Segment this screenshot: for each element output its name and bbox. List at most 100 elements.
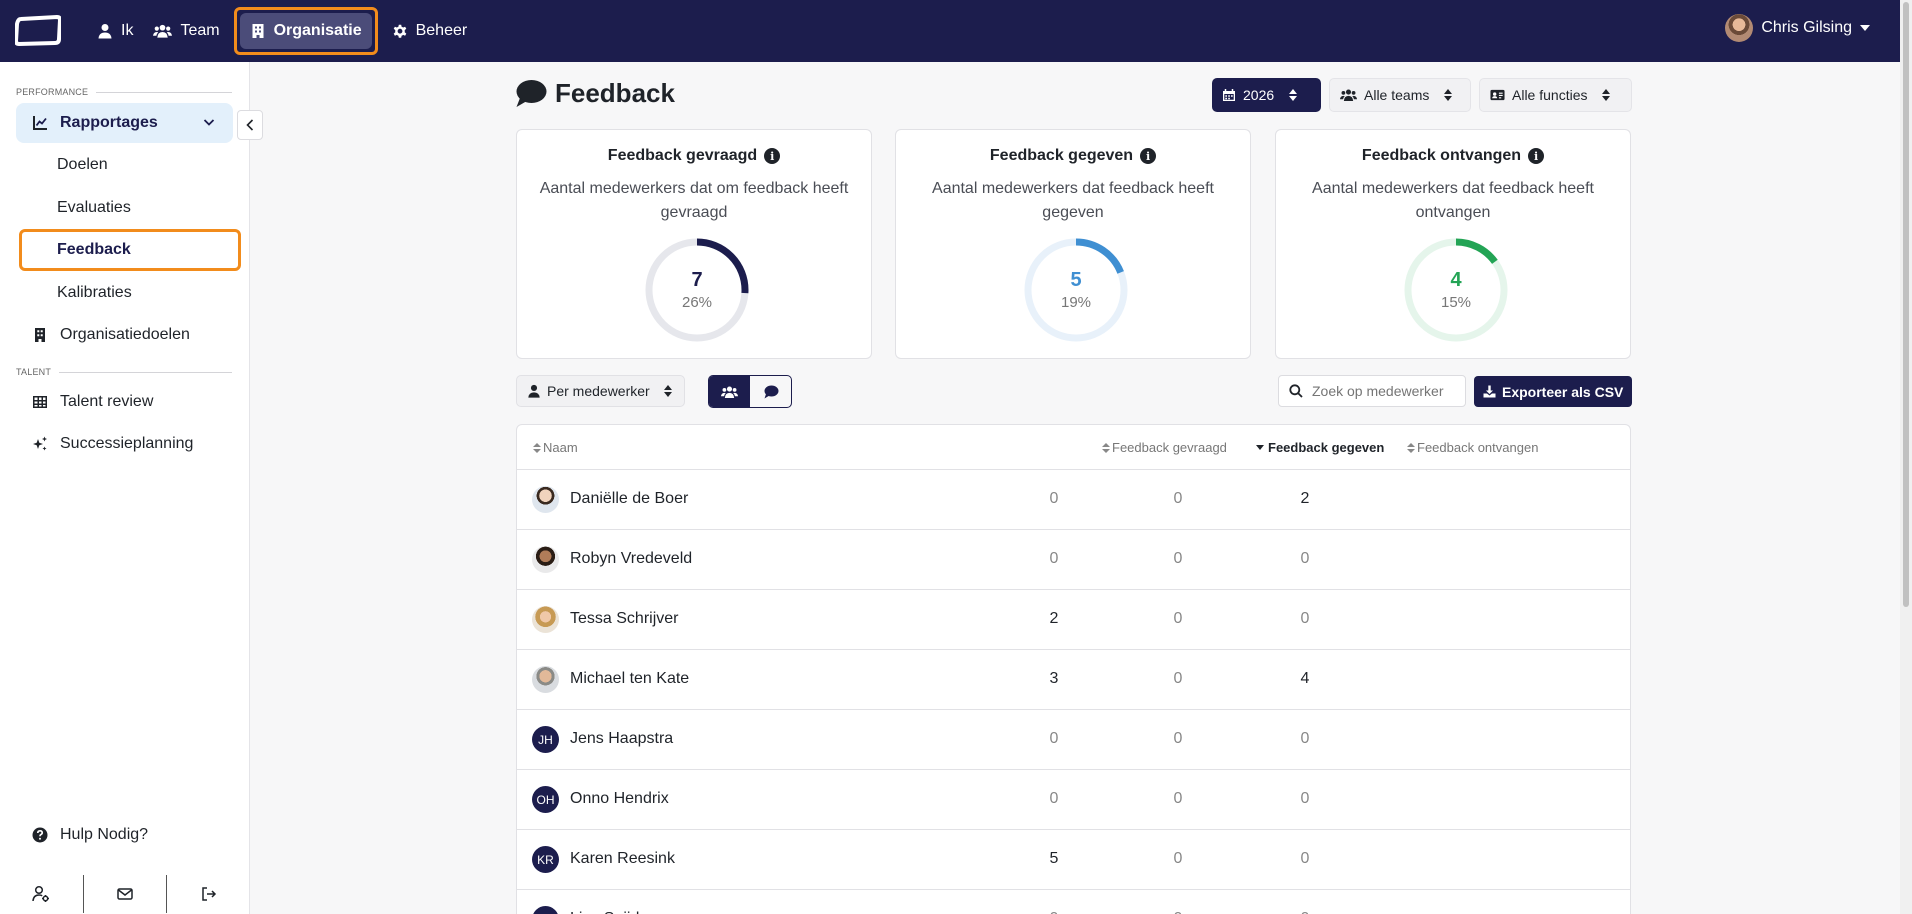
page-title: Feedback [515, 78, 675, 109]
search-input[interactable] [1312, 383, 1452, 399]
nav-item-ik[interactable]: Ik [87, 13, 143, 49]
user-icon [98, 24, 112, 39]
building-icon [252, 24, 264, 38]
card-title-text: Feedback gevraagd [607, 147, 758, 164]
employee-name[interactable]: Tessa Schrijver [570, 610, 678, 628]
app-logo-icon[interactable] [15, 15, 61, 47]
page-scrollbar[interactable] [1900, 0, 1912, 914]
section-label-text: PERFORMANCE [16, 87, 89, 97]
nav-item-team[interactable]: Team [143, 13, 229, 49]
table-row[interactable]: Daniëlle de Boer 0 0 2 [517, 470, 1630, 530]
highlight-frame [19, 229, 241, 271]
employee-name[interactable]: Robyn Vredeveld [570, 550, 692, 568]
functions-select[interactable]: Alle functies [1479, 78, 1632, 112]
user-icon [528, 384, 540, 398]
employee-name[interactable]: Karen Reesink [570, 850, 675, 868]
sidebar-item-label: Rapportages [60, 114, 158, 131]
users-icon [1340, 89, 1357, 101]
column-header-label: Feedback gevraagd [1112, 440, 1227, 455]
cell-requested: 0 [1049, 730, 1059, 747]
sidebar-item-rapportages[interactable]: Rapportages [16, 103, 233, 143]
cell-received: 2 [1300, 490, 1310, 507]
kpi-card-given: Feedback gegeven i Aantal medewerkers dat… [895, 129, 1251, 359]
sidebar-collapse-button[interactable] [237, 110, 263, 140]
avatar [532, 486, 559, 513]
section-label-talent: TALENT [16, 367, 232, 377]
group-by-value: Per medewerker [547, 383, 650, 399]
teams-value: Alle teams [1364, 87, 1430, 103]
employee-search[interactable] [1278, 375, 1466, 407]
cell-requested: 2 [1049, 610, 1059, 627]
avatar [1725, 14, 1754, 42]
sort-icon [1602, 89, 1611, 101]
info-icon[interactable]: i [1140, 148, 1157, 164]
top-navigation: Ik Team Organisatie Beheer Chris Gilsing [0, 0, 1900, 62]
avatar [532, 606, 559, 633]
gauge-count: 7 [691, 269, 703, 291]
users-icon [153, 24, 173, 38]
year-select[interactable]: 2026 [1212, 78, 1321, 112]
nav-item-organisatie[interactable]: Organisatie [239, 13, 372, 49]
logout-button[interactable] [167, 874, 250, 914]
avatar: OH [532, 786, 559, 813]
column-header-name[interactable]: Naam [533, 440, 578, 455]
nav-item-beheer[interactable]: Beheer [382, 13, 478, 49]
teams-select[interactable]: Alle teams [1329, 78, 1471, 112]
caret-down-icon [1860, 25, 1870, 31]
info-icon[interactable]: i [764, 148, 781, 164]
employee-name[interactable]: Jens Haapstra [570, 730, 673, 748]
cell-given: 0 [1173, 850, 1183, 867]
table-row[interactable]: Michael ten Kate 3 0 4 [517, 650, 1630, 710]
table-row[interactable]: Tessa Schrijver 2 0 0 [517, 590, 1630, 650]
info-icon[interactable]: i [1528, 148, 1545, 164]
help-link[interactable]: Hulp Nodig? [16, 815, 233, 855]
table-row[interactable]: KR Karen Reesink 5 0 0 [517, 830, 1630, 890]
table-row[interactable]: JH Jens Haapstra 0 0 0 [517, 710, 1630, 770]
cell-received: 0 [1300, 550, 1310, 567]
group-by-select[interactable]: Per medewerker [516, 375, 685, 407]
cell-received: 0 [1285, 910, 1325, 914]
sidebar-item-successieplanning[interactable]: Successieplanning [16, 424, 233, 464]
sidebar-item-organisatiedoelen[interactable]: Organisatiedoelen [16, 315, 233, 355]
sort-desc-icon [1256, 445, 1264, 450]
avatar: LS [532, 906, 559, 914]
messages-button[interactable] [84, 874, 167, 914]
table-header: Naam Feedback gevraagd Feedback gegeven … [517, 425, 1630, 470]
kpi-card-requested: Feedback gevraagd i Aantal medewerkers da… [516, 129, 872, 359]
feedback-table: Naam Feedback gevraagd Feedback gegeven … [516, 424, 1631, 914]
column-header-given[interactable]: Feedback gegeven [1256, 440, 1384, 455]
sidebar-sub-doelen[interactable]: Doelen [57, 156, 108, 174]
card-title: Feedback gevraagd i [517, 147, 871, 165]
employee-name[interactable]: Lisa Snijders [570, 910, 662, 914]
sidebar-sub-kalibraties[interactable]: Kalibraties [57, 284, 132, 302]
column-header-received[interactable]: Feedback ontvangen [1407, 440, 1538, 455]
sidebar-footer [0, 869, 250, 914]
employee-name[interactable]: Onno Hendrix [570, 790, 669, 808]
nav-item-label: Team [180, 22, 220, 39]
sort-icon [1407, 442, 1415, 453]
gauge-count: 4 [1450, 269, 1462, 291]
envelope-icon [117, 888, 133, 900]
employee-name[interactable]: Michael ten Kate [570, 670, 689, 688]
view-comments-button[interactable] [750, 376, 791, 407]
sidebar-sub-evaluaties[interactable]: Evaluaties [57, 199, 131, 217]
table-row[interactable]: OH Onno Hendrix 0 0 0 [517, 770, 1630, 830]
employee-name[interactable]: Daniëlle de Boer [570, 490, 688, 508]
table-row[interactable]: LS Lisa Snijders 0 0 0 [517, 890, 1630, 914]
highlight-frame: Organisatie [233, 7, 378, 55]
cell-received: 0 [1300, 610, 1310, 627]
sidebar-item-talent-review[interactable]: Talent review [16, 382, 233, 422]
profile-settings-button[interactable] [0, 874, 83, 914]
progress-ring: 5 19% [1022, 236, 1130, 344]
nav-item-label: Ik [121, 22, 134, 39]
cell-requested: 0 [1034, 910, 1074, 914]
gear-icon [393, 24, 406, 38]
sidebar-item-label: Talent review [60, 393, 154, 410]
view-people-button[interactable] [709, 376, 750, 407]
scrollbar-thumb[interactable] [1903, 2, 1909, 607]
column-header-requested[interactable]: Feedback gevraagd [1102, 440, 1227, 455]
section-label-performance: PERFORMANCE [16, 87, 232, 97]
user-menu[interactable]: Chris Gilsing [1725, 14, 1870, 42]
table-row[interactable]: Robyn Vredeveld 0 0 0 [517, 530, 1630, 590]
export-csv-button[interactable]: Exporteer als CSV [1474, 376, 1633, 407]
